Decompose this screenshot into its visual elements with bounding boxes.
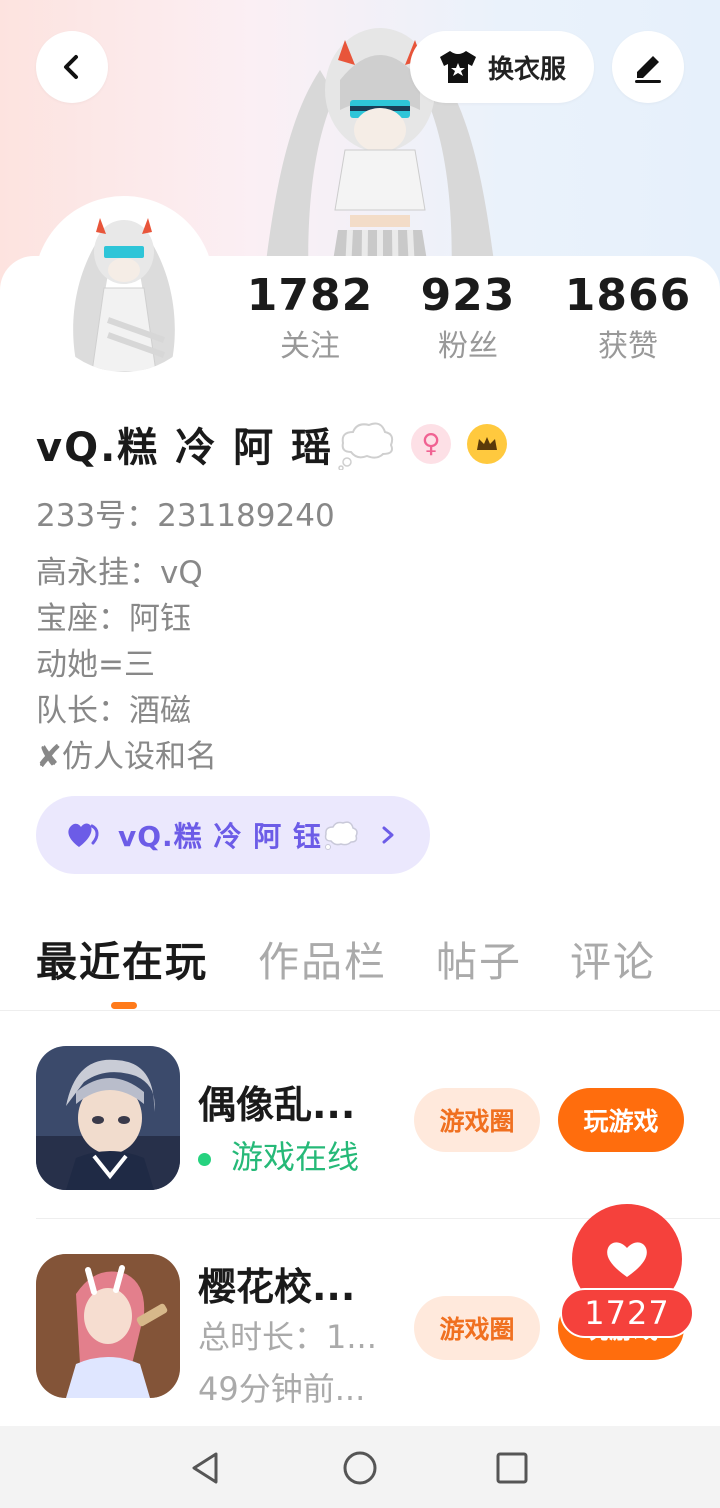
tab-comments[interactable]: 评论 — [570, 930, 656, 994]
heart-icon — [607, 1242, 647, 1277]
username: vQ.糕 冷 阿 瑶 — [36, 425, 334, 471]
divider — [0, 1010, 720, 1011]
cloud-icon — [324, 821, 358, 850]
thought-bubble-icon — [338, 422, 394, 470]
profile-tabs: 最近在玩 作品栏 帖子 评论 — [36, 930, 720, 1000]
avatar[interactable] — [38, 200, 210, 372]
avatar-figure — [38, 200, 210, 372]
stat-label: 获赞 — [598, 329, 658, 364]
bio-line: 动她=三 — [36, 647, 155, 683]
profile-stats: 1782 关注 923 粉丝 1866 获赞 — [230, 270, 710, 370]
game-title: 偶像乱... — [198, 1083, 356, 1127]
stat-following[interactable]: 1782 关注 — [230, 270, 390, 370]
edit-profile-button[interactable] — [612, 31, 684, 103]
game-icon[interactable] — [36, 1254, 180, 1398]
bio-line: ✘仿人设和名 — [36, 739, 217, 775]
tab-recently-played[interactable]: 最近在玩 — [36, 930, 208, 994]
change-outfit-label: 换衣服 — [487, 54, 566, 85]
game-row[interactable]: 偶像乱... 游戏在线 游戏圈 玩游戏 — [0, 1046, 720, 1206]
bio: 高永挂：vQ 宝座：阿钰 动她=三 队长：酒磁 ✘仿人设和名 — [36, 550, 217, 780]
female-icon: ♀ — [411, 424, 452, 464]
stat-likes[interactable]: 1866 获赞 — [548, 270, 708, 370]
chevron-right-icon — [382, 826, 394, 844]
user-id: 233号：231189240 — [36, 498, 335, 534]
edit-icon — [635, 56, 661, 83]
heart-link-icon — [68, 823, 99, 847]
like-float-button[interactable]: 1727 — [560, 1204, 694, 1342]
tab-posts[interactable]: 帖子 — [436, 930, 522, 994]
game-status: 游戏在线 — [198, 1132, 359, 1178]
game-circle-button[interactable]: 游戏圈 — [414, 1088, 540, 1152]
game-duration: 总时长：1... — [198, 1318, 377, 1356]
stat-label: 粉丝 — [438, 329, 498, 364]
like-count: 1727 — [560, 1288, 694, 1338]
nav-home-icon[interactable] — [342, 1450, 378, 1486]
bio-line: 高永挂：vQ — [36, 555, 203, 591]
stat-value: 1782 — [246, 270, 374, 321]
crown-icon[interactable] — [467, 424, 508, 464]
back-button[interactable] — [36, 31, 108, 103]
game-title: 樱花校... — [198, 1265, 356, 1309]
system-nav-bar — [0, 1426, 720, 1508]
stat-value: 1866 — [564, 270, 692, 321]
active-tab-indicator — [111, 1002, 137, 1009]
game-status-text: 游戏在线 — [231, 1138, 360, 1176]
name-row: vQ.糕 冷 阿 瑶 ♀ — [36, 414, 508, 474]
relationship-pill[interactable]: vQ.糕 冷 阿 钰 — [36, 796, 430, 874]
game-last-played: 49分钟前... — [198, 1370, 366, 1408]
stat-label: 关注 — [280, 329, 340, 364]
game-icon[interactable] — [36, 1046, 180, 1190]
tshirt-icon — [439, 51, 476, 83]
online-dot — [198, 1152, 211, 1166]
chevron-left-icon — [64, 55, 78, 79]
play-game-button[interactable]: 玩游戏 — [558, 1088, 684, 1152]
tab-works[interactable]: 作品栏 — [258, 930, 387, 994]
stat-followers[interactable]: 923 粉丝 — [388, 270, 548, 370]
nav-recents-icon[interactable] — [494, 1450, 530, 1486]
game-circle-button[interactable]: 游戏圈 — [414, 1296, 540, 1360]
change-outfit-button[interactable]: 换衣服 — [410, 31, 594, 103]
relationship-name: vQ.糕 冷 阿 钰 — [118, 820, 322, 853]
bio-line: 队长：酒磁 — [36, 693, 191, 729]
nav-back-icon[interactable] — [188, 1450, 224, 1486]
stat-value: 923 — [420, 270, 516, 321]
bio-line: 宝座：阿钰 — [36, 601, 191, 637]
